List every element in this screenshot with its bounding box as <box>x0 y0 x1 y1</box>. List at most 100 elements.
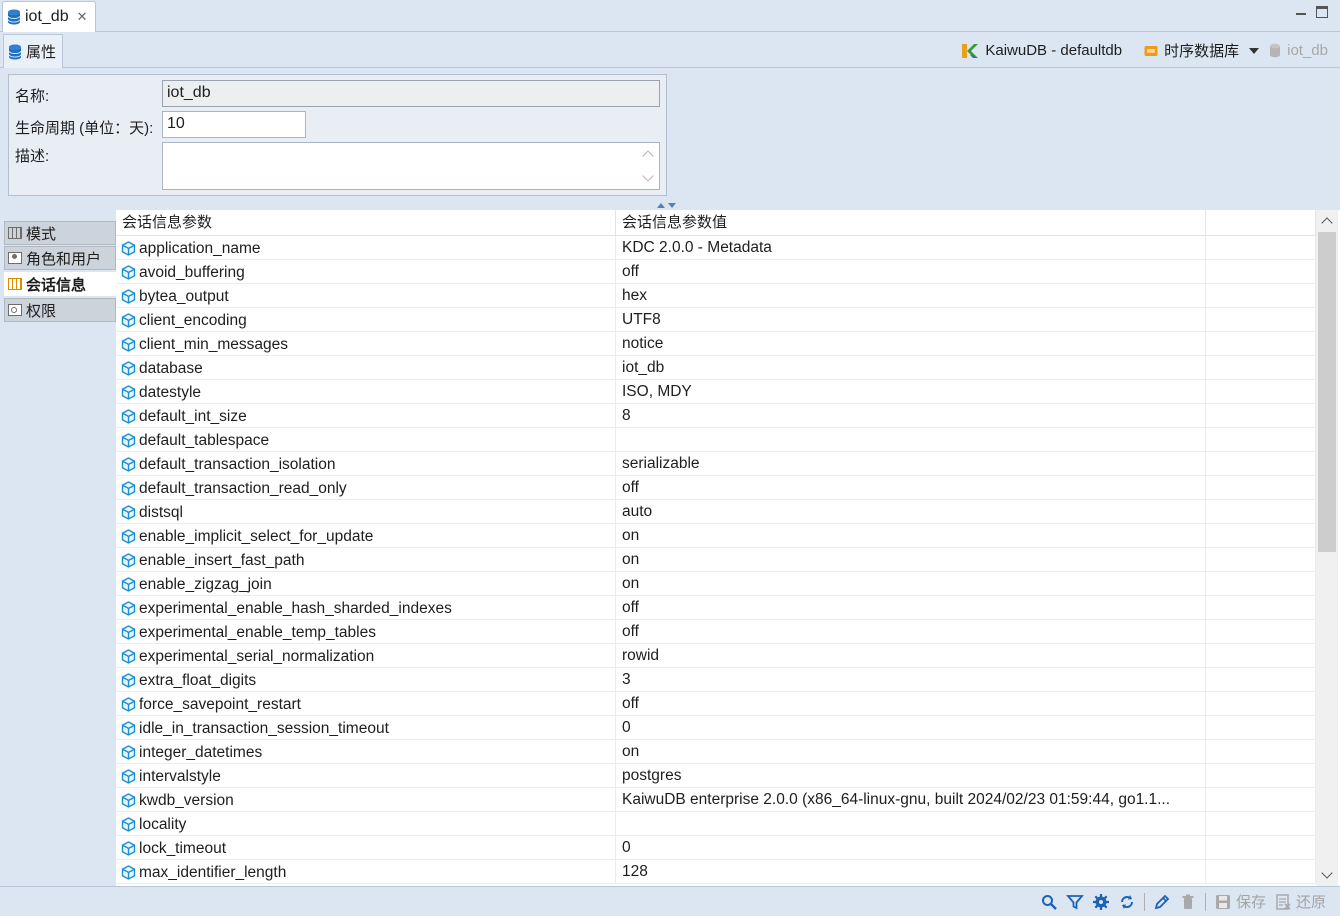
value-cell[interactable]: off <box>616 620 1206 644</box>
table-row[interactable]: datestyle ISO, MDY <box>116 380 1316 404</box>
parameter-cell[interactable]: client_min_messages <box>116 332 616 356</box>
parameter-cell[interactable]: enable_zigzag_join <box>116 572 616 596</box>
refresh-icon[interactable] <box>1118 893 1136 911</box>
value-cell[interactable]: off <box>616 692 1206 716</box>
filter-icon[interactable] <box>1066 893 1084 911</box>
value-cell[interactable]: ISO, MDY <box>616 380 1206 404</box>
value-cell[interactable]: 128 <box>616 860 1206 884</box>
parameter-cell[interactable]: avoid_buffering <box>116 260 616 284</box>
parameter-cell[interactable]: default_int_size <box>116 404 616 428</box>
parameter-cell[interactable]: locality <box>116 812 616 836</box>
revert-button[interactable]: 还原 <box>1274 891 1326 912</box>
scroll-down-icon[interactable] <box>642 170 654 182</box>
value-cell[interactable]: off <box>616 596 1206 620</box>
value-cell[interactable]: postgres <box>616 764 1206 788</box>
scroll-up-icon[interactable] <box>642 150 654 162</box>
name-field[interactable]: iot_db <box>162 80 660 107</box>
parameter-cell[interactable]: intervalstyle <box>116 764 616 788</box>
parameter-cell[interactable]: default_transaction_isolation <box>116 452 616 476</box>
table-row[interactable]: lock_timeout 0 <box>116 836 1316 860</box>
parameter-cell[interactable]: experimental_enable_hash_sharded_indexes <box>116 596 616 620</box>
value-cell[interactable]: UTF8 <box>616 308 1206 332</box>
minimize-icon[interactable] <box>1295 6 1307 18</box>
value-cell[interactable]: off <box>616 260 1206 284</box>
parameter-cell[interactable]: application_name <box>116 236 616 260</box>
value-cell[interactable]: KDC 2.0.0 - Metadata <box>616 236 1206 260</box>
parameter-cell[interactable]: client_encoding <box>116 308 616 332</box>
table-row[interactable]: enable_insert_fast_path on <box>116 548 1316 572</box>
editor-tab-iot-db[interactable]: iot_db ✕ <box>2 1 96 32</box>
table-row[interactable]: distsql auto <box>116 500 1316 524</box>
table-row[interactable]: default_tablespace <box>116 428 1316 452</box>
table-row[interactable]: default_int_size 8 <box>116 404 1316 428</box>
parameter-cell[interactable]: experimental_enable_temp_tables <box>116 620 616 644</box>
value-cell[interactable]: 0 <box>616 716 1206 740</box>
value-cell[interactable]: 0 <box>616 836 1206 860</box>
table-row[interactable]: client_encoding UTF8 <box>116 308 1316 332</box>
parameter-cell[interactable]: lock_timeout <box>116 836 616 860</box>
value-cell[interactable]: on <box>616 548 1206 572</box>
close-icon[interactable]: ✕ <box>77 9 88 25</box>
lifetime-field[interactable]: 10 <box>162 111 306 138</box>
parameter-cell[interactable]: database <box>116 356 616 380</box>
table-row[interactable]: idle_in_transaction_session_timeout 0 <box>116 716 1316 740</box>
table-row[interactable]: integer_datetimes on <box>116 740 1316 764</box>
table-row[interactable]: experimental_enable_temp_tables off <box>116 620 1316 644</box>
column-header-value[interactable]: 会话信息参数值 <box>616 210 1206 236</box>
parameter-cell[interactable]: distsql <box>116 500 616 524</box>
scroll-down-icon[interactable] <box>1321 867 1333 879</box>
parameter-cell[interactable]: experimental_serial_normalization <box>116 644 616 668</box>
tab-roles-users[interactable]: 角色和用户 <box>4 246 116 270</box>
table-scrollbar[interactable] <box>1316 210 1338 886</box>
column-header-parameter[interactable]: 会话信息参数 <box>116 210 616 236</box>
parameter-cell[interactable]: max_identifier_length <box>116 860 616 884</box>
edit-icon[interactable] <box>1153 893 1171 911</box>
tab-session-info[interactable]: 会话信息 <box>4 272 116 296</box>
sash-toggle[interactable] <box>657 203 676 208</box>
table-row[interactable]: application_name KDC 2.0.0 - Metadata <box>116 236 1316 260</box>
tab-schema[interactable]: 模式 <box>4 221 116 245</box>
table-row[interactable]: locality <box>116 812 1316 836</box>
search-icon[interactable] <box>1040 893 1058 911</box>
parameter-cell[interactable]: force_savepoint_restart <box>116 692 616 716</box>
parameter-cell[interactable]: extra_float_digits <box>116 668 616 692</box>
value-cell[interactable]: on <box>616 524 1206 548</box>
table-row[interactable]: enable_implicit_select_for_update on <box>116 524 1316 548</box>
delete-icon[interactable] <box>1179 893 1197 911</box>
tab-privileges[interactable]: 权限 <box>4 298 116 322</box>
value-cell[interactable]: serializable <box>616 452 1206 476</box>
parameter-cell[interactable]: enable_insert_fast_path <box>116 548 616 572</box>
description-scrollbar[interactable] <box>639 143 659 189</box>
parameter-cell[interactable]: datestyle <box>116 380 616 404</box>
value-cell[interactable]: 8 <box>616 404 1206 428</box>
save-button[interactable]: 保存 <box>1214 891 1266 912</box>
value-cell[interactable]: on <box>616 740 1206 764</box>
breadcrumb-category[interactable]: 时序数据库 <box>1164 40 1239 61</box>
parameter-cell[interactable]: bytea_output <box>116 284 616 308</box>
value-cell[interactable]: KaiwuDB enterprise 2.0.0 (x86_64-linux-g… <box>616 788 1206 812</box>
parameter-cell[interactable]: enable_implicit_select_for_update <box>116 524 616 548</box>
value-cell[interactable]: hex <box>616 284 1206 308</box>
value-cell[interactable] <box>616 812 1206 836</box>
table-row[interactable]: enable_zigzag_join on <box>116 572 1316 596</box>
parameter-cell[interactable]: idle_in_transaction_session_timeout <box>116 716 616 740</box>
parameter-cell[interactable]: default_transaction_read_only <box>116 476 616 500</box>
maximize-icon[interactable] <box>1316 6 1328 18</box>
table-row[interactable]: client_min_messages notice <box>116 332 1316 356</box>
table-row[interactable]: experimental_serial_normalization rowid <box>116 644 1316 668</box>
parameter-cell[interactable]: default_tablespace <box>116 428 616 452</box>
table-row[interactable]: extra_float_digits 3 <box>116 668 1316 692</box>
table-row[interactable]: experimental_enable_hash_sharded_indexes… <box>116 596 1316 620</box>
table-row[interactable]: force_savepoint_restart off <box>116 692 1316 716</box>
table-row[interactable]: max_identifier_length 128 <box>116 860 1316 884</box>
scroll-up-icon[interactable] <box>1321 217 1333 229</box>
chevron-down-icon[interactable] <box>668 203 676 208</box>
table-row[interactable]: default_transaction_read_only off <box>116 476 1316 500</box>
value-cell[interactable]: rowid <box>616 644 1206 668</box>
value-cell[interactable]: off <box>616 476 1206 500</box>
table-row[interactable]: database iot_db <box>116 356 1316 380</box>
parameter-cell[interactable]: integer_datetimes <box>116 740 616 764</box>
table-row[interactable]: intervalstyle postgres <box>116 764 1316 788</box>
breadcrumb-current[interactable]: iot_db <box>1287 42 1328 59</box>
table-row[interactable]: bytea_output hex <box>116 284 1316 308</box>
